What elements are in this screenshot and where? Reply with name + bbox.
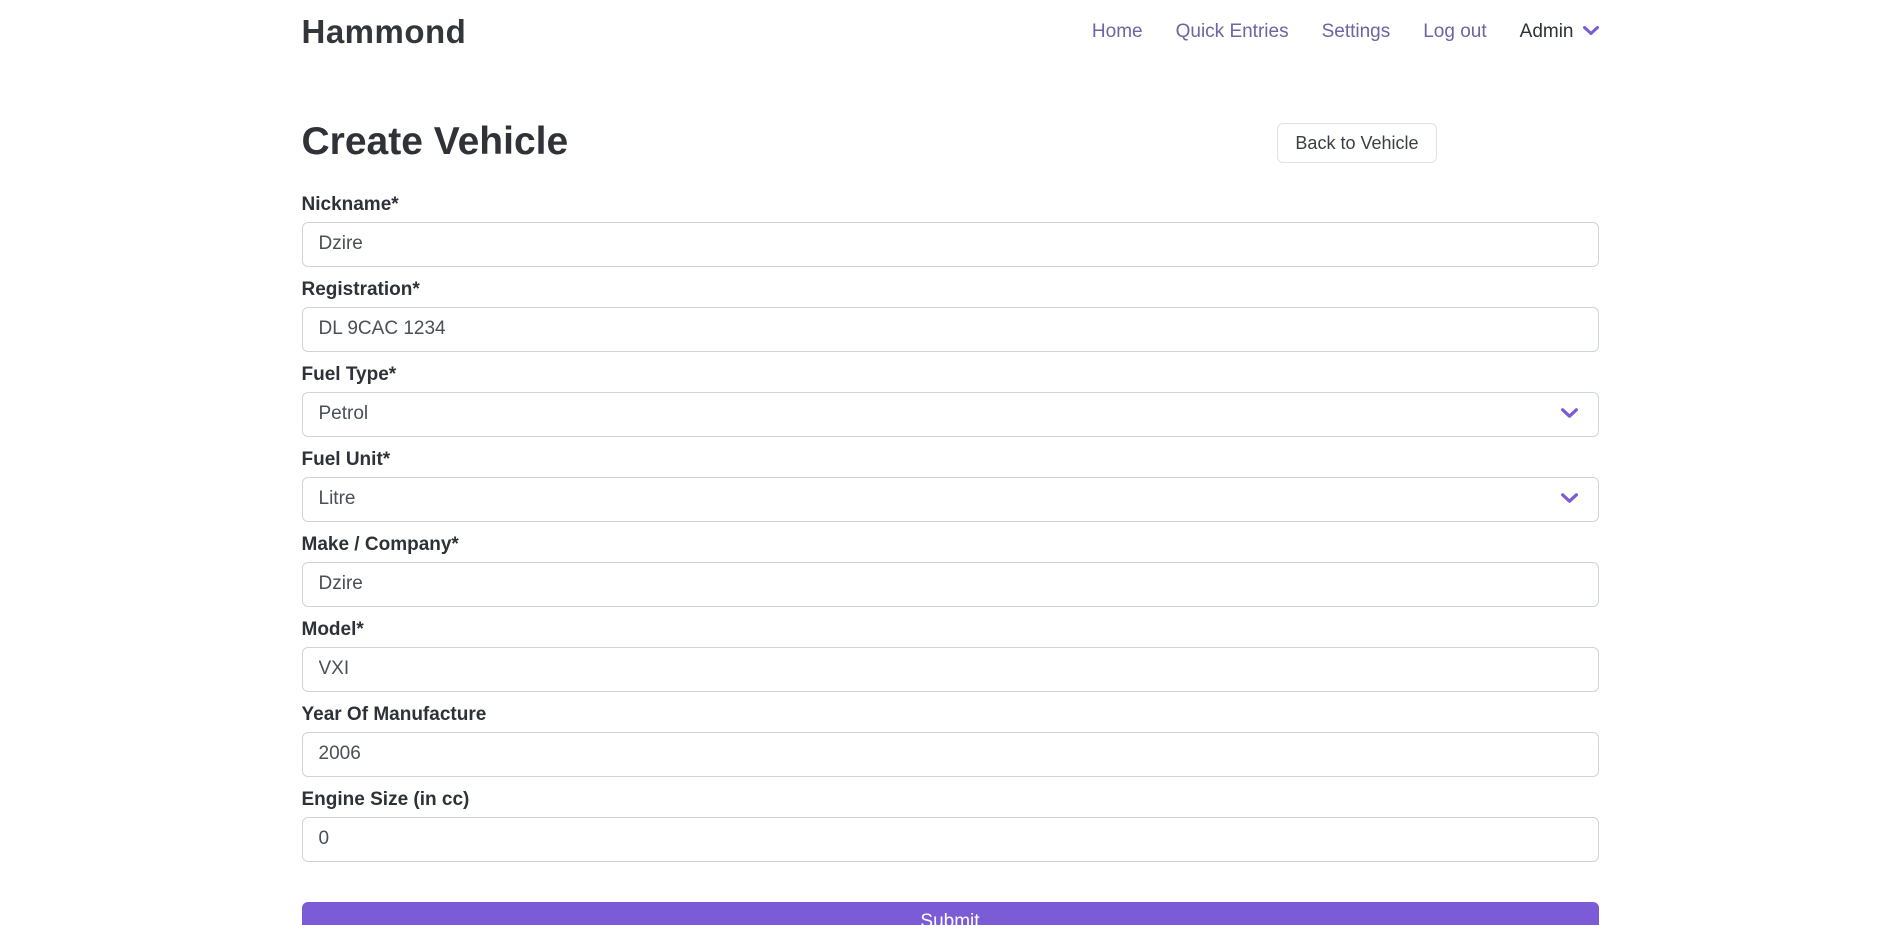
nickname-input[interactable] [302, 222, 1599, 267]
navbar: Hammond Home Quick Entries Settings Log … [0, 0, 1900, 64]
field-fuel-unit: Fuel Unit* Litre [302, 448, 1599, 522]
year-of-manufacture-input[interactable] [302, 732, 1599, 777]
model-input[interactable] [302, 647, 1599, 692]
nav-logout[interactable]: Log out [1423, 21, 1486, 43]
registration-input[interactable] [302, 307, 1599, 352]
create-vehicle-form: Nickname* Registration* Fuel Type* Petro… [302, 193, 1599, 925]
nickname-label: Nickname* [302, 193, 1599, 216]
field-make-company: Make / Company* [302, 533, 1599, 607]
chevron-down-icon [1583, 23, 1599, 41]
field-model: Model* [302, 618, 1599, 692]
make-company-label: Make / Company* [302, 533, 1599, 556]
nav-home[interactable]: Home [1092, 21, 1143, 43]
page-header: Create Vehicle Back to Vehicle [302, 119, 1599, 166]
model-label: Model* [302, 618, 1599, 641]
fuel-type-label: Fuel Type* [302, 363, 1599, 386]
engine-size-input[interactable] [302, 817, 1599, 862]
chevron-down-icon [1561, 488, 1578, 510]
field-nickname: Nickname* [302, 193, 1599, 267]
fuel-unit-selected-value: Litre [319, 488, 356, 510]
year-of-manufacture-label: Year Of Manufacture [302, 703, 1599, 726]
nav-quick-entries[interactable]: Quick Entries [1176, 21, 1289, 43]
nav-admin-label: Admin [1520, 21, 1574, 43]
field-engine-size: Engine Size (in cc) [302, 788, 1599, 862]
field-year-of-manufacture: Year Of Manufacture [302, 703, 1599, 777]
fuel-type-select[interactable]: Petrol [302, 392, 1599, 437]
back-to-vehicle-button[interactable]: Back to Vehicle [1277, 123, 1436, 163]
field-fuel-type: Fuel Type* Petrol [302, 363, 1599, 437]
fuel-unit-label: Fuel Unit* [302, 448, 1599, 471]
engine-size-label: Engine Size (in cc) [302, 788, 1599, 811]
page-title: Create Vehicle [302, 119, 569, 166]
nav-admin-dropdown[interactable]: Admin [1520, 21, 1599, 43]
nav-settings[interactable]: Settings [1322, 21, 1391, 43]
fuel-unit-select[interactable]: Litre [302, 477, 1599, 522]
submit-button[interactable]: Submit [302, 902, 1599, 925]
field-registration: Registration* [302, 278, 1599, 352]
fuel-type-selected-value: Petrol [319, 403, 369, 425]
chevron-down-icon [1561, 403, 1578, 425]
registration-label: Registration* [302, 278, 1599, 301]
main-content: Create Vehicle Back to Vehicle Nickname*… [302, 119, 1599, 925]
brand-logo[interactable]: Hammond [302, 13, 467, 51]
main-nav: Home Quick Entries Settings Log out Admi… [1059, 21, 1599, 43]
make-company-input[interactable] [302, 562, 1599, 607]
